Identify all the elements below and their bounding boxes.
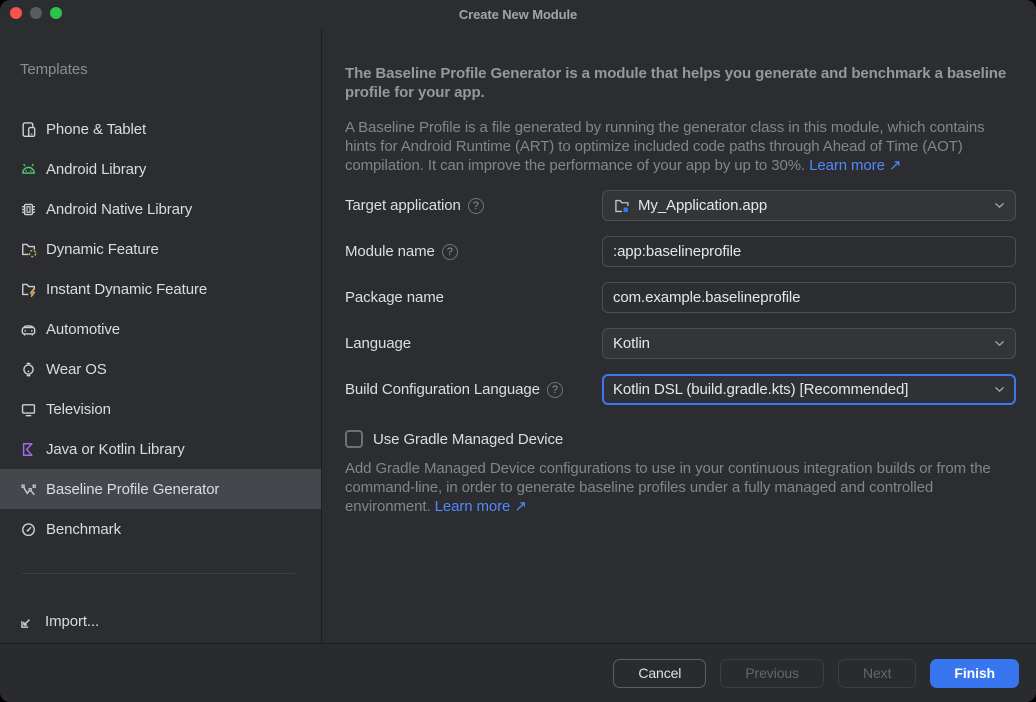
android-icon: [19, 160, 37, 178]
dropdown-selected-value: Kotlin DSL (build.gradle.kts) [Recommend…: [613, 381, 987, 398]
sidebar-item-label: Wear OS: [46, 361, 107, 378]
folder-dynamic-icon: [19, 240, 37, 258]
tv-icon: [19, 400, 37, 418]
chart-icon: [19, 480, 37, 498]
package-name-field-cell: [602, 282, 1016, 313]
sidebar-item-automotive[interactable]: Automotive: [0, 309, 321, 349]
field-label-text: Module name: [345, 243, 435, 260]
templates-sidebar: Templates Phone & Tablet Android Library A…: [0, 28, 322, 643]
gmd-learn-more-link[interactable]: Learn more ↗: [435, 498, 527, 515]
sidebar-item-java-or-kotlin-library[interactable]: Java or Kotlin Library: [0, 429, 321, 469]
build-configuration-language-label: Build Configuration Language?: [345, 381, 602, 398]
sidebar-item-label: Automotive: [46, 321, 120, 338]
sidebar-header: Templates: [20, 61, 87, 78]
cancel-button[interactable]: Cancel: [613, 659, 706, 688]
language-dropdown[interactable]: Kotlin: [602, 328, 1016, 359]
help-icon[interactable]: ?: [547, 382, 563, 398]
sidebar-item-label: Java or Kotlin Library: [46, 441, 185, 458]
sidebar-item-import[interactable]: Import...: [0, 602, 321, 640]
package-name-input[interactable]: [602, 282, 1016, 313]
sidebar-item-label: Android Library: [46, 161, 146, 178]
language-field-cell: Kotlin: [602, 328, 1016, 359]
sidebar-item-android-native-library[interactable]: Android Native Library: [0, 189, 321, 229]
chevron-down-icon: [994, 386, 1005, 393]
import-icon: [19, 613, 36, 630]
sidebar-item-baseline-profile-generator[interactable]: Baseline Profile Generator: [0, 469, 321, 509]
sidebar-item-dynamic-feature[interactable]: Dynamic Feature: [0, 229, 321, 269]
sidebar-item-label: Phone & Tablet: [46, 121, 146, 138]
use-gradle-managed-device-checkbox[interactable]: [345, 430, 363, 448]
module-name-input[interactable]: [602, 236, 1016, 267]
watch-icon: [19, 360, 37, 378]
sidebar-item-android-library[interactable]: Android Library: [0, 149, 321, 189]
gmd-checkbox-row: Use Gradle Managed Device: [345, 430, 1016, 448]
create-new-module-dialog: Create New Module Templates Phone & Tabl…: [0, 0, 1036, 702]
folder-instant-icon: [19, 280, 37, 298]
titlebar: Create New Module: [0, 0, 1036, 28]
gauge-icon: [19, 520, 37, 538]
field-label-text: Language: [345, 335, 411, 352]
sidebar-item-television[interactable]: Television: [0, 389, 321, 429]
sidebar-item-label: Baseline Profile Generator: [46, 481, 219, 498]
sidebar-item-label: Television: [46, 401, 111, 418]
module-name-label: Module name?: [345, 243, 602, 260]
gmd-description: Add Gradle Managed Device configurations…: [345, 459, 1016, 516]
target-application-field-cell: My_Application.app: [602, 190, 1016, 221]
sidebar-item-instant-dynamic-feature[interactable]: Instant Dynamic Feature: [0, 269, 321, 309]
field-label-text: Build Configuration Language: [345, 381, 540, 398]
gmd-checkbox-label: Use Gradle Managed Device: [373, 431, 563, 448]
target-application-label: Target application?: [345, 197, 602, 214]
sidebar-item-wear-os[interactable]: Wear OS: [0, 349, 321, 389]
build-configuration-language-dropdown[interactable]: Kotlin DSL (build.gradle.kts) [Recommend…: [602, 374, 1016, 405]
dropdown-selected-value: My_Application.app: [638, 197, 987, 214]
car-icon: [19, 320, 37, 338]
sidebar-item-label: Benchmark: [46, 521, 121, 538]
module-folder-icon: [613, 197, 631, 215]
language-label: Language: [345, 335, 602, 352]
build-configuration-language-field-cell: Kotlin DSL (build.gradle.kts) [Recommend…: [602, 374, 1016, 405]
sidebar-item-label: Instant Dynamic Feature: [46, 281, 207, 298]
template-description: A Baseline Profile is a file generated b…: [345, 118, 1016, 175]
template-list: Phone & Tablet Android Library Android Nat…: [0, 109, 321, 549]
phone-tablet-icon: [19, 120, 37, 138]
finish-button[interactable]: Finish: [930, 659, 1019, 688]
sidebar-item-benchmark[interactable]: Benchmark: [0, 509, 321, 549]
help-icon[interactable]: ?: [442, 244, 458, 260]
next-button[interactable]: Next: [838, 659, 916, 688]
sidebar-item-label: Android Native Library: [46, 201, 192, 218]
field-label-text: Package name: [345, 289, 444, 306]
chevron-down-icon: [994, 340, 1005, 347]
kotlin-icon: [19, 440, 37, 458]
previous-button[interactable]: Previous: [720, 659, 824, 688]
dropdown-selected-value: Kotlin: [613, 335, 987, 352]
main-panel: The Baseline Profile Generator is a modu…: [322, 28, 1036, 643]
package-name-label: Package name: [345, 289, 602, 306]
template-summary: The Baseline Profile Generator is a modu…: [345, 64, 1016, 102]
window-title: Create New Module: [0, 0, 1036, 28]
learn-more-link[interactable]: Learn more ↗: [809, 157, 901, 174]
help-icon[interactable]: ?: [468, 198, 484, 214]
sidebar-item-phone-tablet[interactable]: Phone & Tablet: [0, 109, 321, 149]
target-application-dropdown[interactable]: My_Application.app: [602, 190, 1016, 221]
module-form: Target application? My_Application.app Mod…: [345, 190, 1016, 405]
dialog-footer: Cancel Previous Next Finish: [0, 643, 1036, 702]
module-name-field-cell: [602, 236, 1016, 267]
sidebar-item-label: Dynamic Feature: [46, 241, 159, 258]
chevron-down-icon: [994, 202, 1005, 209]
chip-icon: [19, 200, 37, 218]
import-label: Import...: [45, 613, 99, 630]
sidebar-divider: [22, 573, 295, 574]
field-label-text: Target application: [345, 197, 461, 214]
